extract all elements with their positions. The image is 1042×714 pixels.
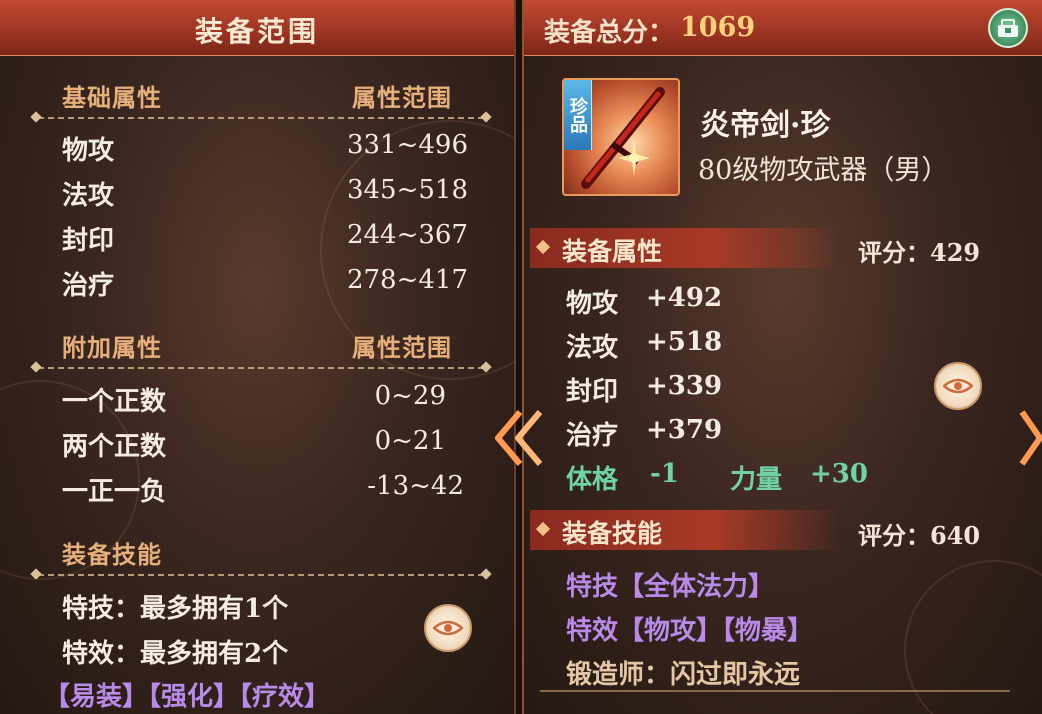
skills-header: 装备技能: [62, 540, 162, 569]
attr-label: 治疗: [566, 421, 619, 451]
skills-banner-title: 装备技能: [562, 519, 663, 548]
attr-label: 治疗: [62, 271, 115, 301]
share-button[interactable]: [988, 8, 1028, 48]
prev-arrow[interactable]: [490, 408, 546, 468]
total-score-value: 1069: [680, 12, 756, 43]
extra-range-header: 属性范围: [352, 333, 452, 362]
skill-tags: 【易装】【强化】【疗效】: [44, 682, 331, 712]
special-effect: 特效【物攻】【物暴】: [566, 616, 814, 646]
stunt-skill: 特技【全体法力】: [566, 572, 775, 602]
skills-score: 评分：640: [858, 521, 981, 550]
attr-range: 278~417: [346, 265, 468, 295]
rarity-tag: 珍品: [564, 80, 592, 150]
item-icon-frame[interactable]: 珍品: [562, 78, 680, 196]
next-arrow[interactable]: [1018, 408, 1042, 468]
attr-banner: 装备属性: [530, 228, 840, 268]
extra-label: 两个正数: [62, 432, 167, 462]
eye-icon: [943, 378, 973, 394]
attr-score: 评分：429: [858, 238, 981, 267]
bonus-label: 力量: [730, 465, 783, 495]
eye-button[interactable]: [424, 604, 472, 652]
share-icon: [998, 19, 1018, 37]
attr-value: +339: [646, 371, 723, 401]
attr-range: 331~496: [346, 130, 468, 160]
attr-label: 物攻: [62, 136, 115, 166]
smith-name: 锻造师：闪过即永远: [566, 660, 801, 690]
attr-value: +379: [646, 415, 723, 445]
attr-label: 物攻: [566, 289, 619, 319]
bonus-label: 体格: [566, 465, 619, 495]
attr-range: 244~367: [346, 220, 468, 250]
divider: [38, 117, 484, 127]
eye-button[interactable]: [934, 362, 982, 410]
extra-label: 一个正数: [62, 387, 167, 417]
bottom-divider: [540, 690, 1010, 692]
attr-range: 345~518: [346, 175, 468, 205]
extra-range: 0~29: [374, 381, 446, 411]
attr-label: 封印: [62, 226, 115, 256]
extra-range: -13~42: [367, 471, 464, 501]
panel-header: 装备范围: [0, 0, 514, 56]
bonus-value: +30: [810, 459, 868, 489]
chevron-right-icon: [1019, 410, 1042, 466]
total-score-header: 装备总分： 1069: [524, 0, 1042, 56]
base-attr-header: 基础属性: [62, 83, 162, 112]
divider: [38, 367, 484, 377]
attr-label: 法攻: [566, 333, 619, 363]
total-score-label: 装备总分：: [544, 18, 675, 48]
attr-label: 封印: [566, 377, 619, 407]
attr-value: +518: [646, 327, 723, 357]
attr-value: +492: [646, 283, 723, 313]
effect-limit: 特效：最多拥有2个: [62, 639, 289, 669]
chevron-left-icon: [495, 410, 543, 466]
base-range-header: 属性范围: [352, 83, 452, 112]
bonus-value: -1: [650, 459, 679, 489]
extra-attr-header: 附加属性: [62, 333, 162, 362]
item-name: 炎帝剑·珍: [700, 108, 831, 143]
attr-banner-title: 装备属性: [562, 237, 663, 266]
extra-label: 一正一负: [62, 477, 167, 507]
banner-diamond: [535, 521, 551, 537]
skills-banner: 装备技能: [530, 510, 840, 550]
divider: [38, 574, 484, 584]
attr-label: 法攻: [62, 181, 115, 211]
item-type: 80级物攻武器（男）: [698, 155, 949, 186]
banner-diamond: [535, 239, 551, 255]
equipment-range-panel: 装备范围 基础属性 属性范围 物攻 331~496 法攻 345~518 封印 …: [0, 0, 516, 714]
extra-range: 0~21: [374, 426, 446, 456]
eye-icon: [433, 620, 463, 636]
panel-title: 装备范围: [194, 15, 319, 48]
stunt-limit: 特技：最多拥有1个: [62, 594, 289, 624]
